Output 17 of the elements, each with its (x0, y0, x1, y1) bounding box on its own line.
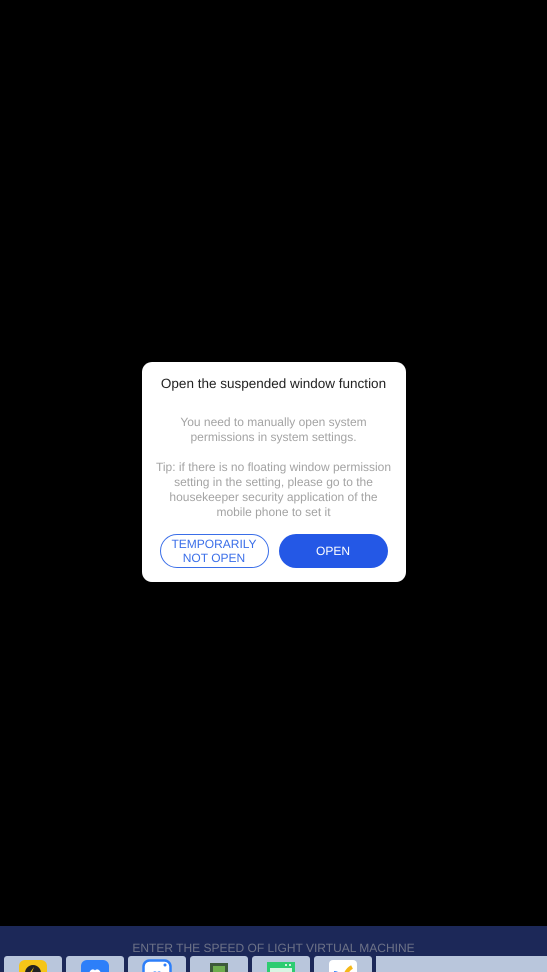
not-open-button[interactable]: TEMPORARILY NOT OPEN (160, 534, 268, 568)
app-icon (80, 959, 110, 972)
tip-text: Tip: if there is no floating window permission setting in the setting, please go to the housekeeper security application of the mobile phone to set it (155, 460, 392, 520)
open-button[interactable]: OPEN (278, 534, 388, 568)
lightning-icon (18, 959, 48, 972)
app-tile[interactable] (252, 956, 310, 972)
app-tile[interactable] (4, 956, 62, 972)
dialog-message: You need to manually open system permissions in system settings. (179, 415, 368, 445)
window-icon (266, 959, 296, 972)
app-tile[interactable] (190, 956, 248, 972)
app-tile[interactable] (66, 956, 124, 972)
app-icon (328, 959, 358, 972)
dialog-title: Open the suspended window function (160, 376, 386, 391)
dock-caption: ENTER THE SPEED OF LIGHT VIRTUAL MACHINE (131, 942, 416, 955)
app-icon (142, 959, 172, 972)
app-tile[interactable] (314, 956, 372, 972)
app-tile[interactable] (128, 956, 186, 972)
